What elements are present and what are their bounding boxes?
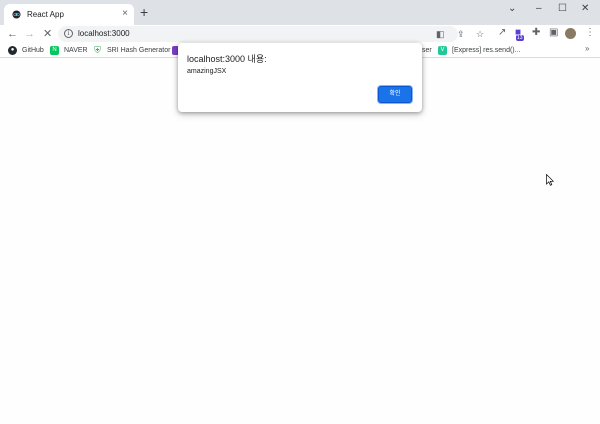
- dialog-title: localhost:3000 내용:: [187, 54, 267, 64]
- alert-dialog: localhost:3000 내용: amazingJSX 확인: [178, 43, 422, 112]
- dialog-message: amazingJSX: [187, 68, 227, 75]
- tab-title: React App: [27, 10, 64, 19]
- tab-search-chevron-icon[interactable]: ⌄: [508, 3, 516, 15]
- forward-button[interactable]: →: [24, 27, 35, 41]
- react-icon: [12, 10, 21, 19]
- tab-react-app[interactable]: React App ×: [4, 4, 134, 25]
- bookmark-label: NAVER: [64, 47, 88, 54]
- extensions-puzzle-icon[interactable]: ✚: [532, 27, 540, 39]
- extension-icon[interactable]: ↗: [498, 27, 506, 39]
- ok-button[interactable]: 확인: [378, 86, 412, 103]
- tab-strip: React App × + ⌄ – ☐ ✕: [0, 0, 600, 25]
- address-bar[interactable]: i localhost:3000 ◧ ⇪ ☆: [58, 26, 484, 42]
- bookmark-github[interactable]: ● GitHub: [8, 45, 44, 56]
- velog-icon: V: [438, 46, 447, 55]
- bookmark-label: SRI Hash Generator: [107, 47, 171, 54]
- bookmark-sri-hash[interactable]: ⛨ SRI Hash Generator: [93, 45, 170, 56]
- maximize-button[interactable]: ☐: [558, 3, 567, 15]
- share-icon[interactable]: ⇪: [457, 28, 465, 40]
- site-info-icon[interactable]: i: [64, 29, 73, 38]
- bookmarks-overflow-chevron-icon[interactable]: »: [585, 44, 589, 53]
- tab-close-icon[interactable]: ×: [122, 8, 128, 20]
- bookmark-express[interactable]: V [Express] res.send()...: [438, 45, 520, 56]
- profile-avatar[interactable]: [565, 28, 576, 39]
- translate-icon[interactable]: ◧: [436, 28, 445, 40]
- extension-badge: 13: [516, 35, 524, 41]
- shield-icon: ⛨: [94, 45, 101, 55]
- browser-toolbar: ← → ✕ i localhost:3000 ◧ ⇪ ☆ ↗ ■ 13 ✚ ▣ …: [0, 25, 600, 43]
- side-panel-icon[interactable]: ▣: [549, 27, 558, 39]
- chrome-menu-icon[interactable]: ⋮: [585, 27, 595, 39]
- bookmark-naver[interactable]: N NAVER: [50, 45, 88, 56]
- bookmark-label: ser: [422, 47, 432, 54]
- mouse-cursor-icon: [546, 174, 554, 186]
- bookmark-label: [Express] res.send()...: [452, 47, 521, 54]
- new-tab-button[interactable]: +: [140, 5, 148, 19]
- close-window-button[interactable]: ✕: [581, 3, 589, 15]
- naver-icon: N: [50, 46, 59, 55]
- bookmark-label: GitHub: [22, 47, 44, 54]
- bookmark-partial-label[interactable]: ser: [422, 45, 432, 56]
- url-text[interactable]: localhost:3000: [78, 29, 130, 38]
- github-icon: ●: [8, 46, 17, 55]
- back-button[interactable]: ←: [7, 27, 18, 41]
- stop-loading-button[interactable]: ✕: [43, 27, 52, 41]
- minimize-button[interactable]: –: [536, 3, 542, 15]
- bookmark-star-icon[interactable]: ☆: [476, 28, 484, 40]
